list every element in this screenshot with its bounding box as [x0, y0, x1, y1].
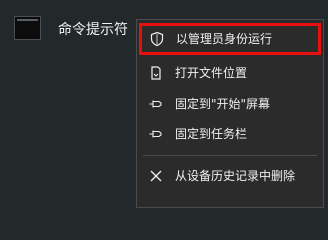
start-search-results: 命令提示符 以管理员身份运行 打开文件位置 固定到"开始"屏幕 固定到任务栏 从… [0, 0, 328, 212]
context-menu: 以管理员身份运行 打开文件位置 固定到"开始"屏幕 固定到任务栏 从设备历史记录… [136, 19, 324, 208]
pin-icon [147, 95, 165, 113]
shield-icon [148, 30, 166, 48]
menu-item-open-file-location[interactable]: 打开文件位置 [137, 58, 323, 88]
menu-item-run-as-admin[interactable]: 以管理员身份运行 [139, 23, 321, 55]
command-prompt-icon [14, 16, 41, 40]
close-icon [147, 167, 165, 185]
menu-separator [143, 155, 317, 156]
app-entry-command-prompt[interactable]: 命令提示符 [0, 0, 138, 56]
menu-item-label: 从设备历史记录中删除 [175, 169, 296, 183]
menu-item-pin-to-taskbar[interactable]: 固定到任务栏 [137, 119, 323, 149]
menu-item-label: 固定到"开始"屏幕 [175, 97, 271, 111]
menu-item-remove-from-history[interactable]: 从设备历史记录中删除 [137, 161, 323, 191]
pin-icon [147, 125, 165, 143]
menu-item-pin-to-start[interactable]: 固定到"开始"屏幕 [137, 89, 323, 119]
file-location-icon [147, 64, 165, 82]
app-label: 命令提示符 [58, 22, 128, 38]
menu-item-label: 以管理员身份运行 [176, 32, 273, 46]
menu-item-label: 打开文件位置 [175, 66, 248, 80]
menu-item-label: 固定到任务栏 [175, 127, 248, 141]
